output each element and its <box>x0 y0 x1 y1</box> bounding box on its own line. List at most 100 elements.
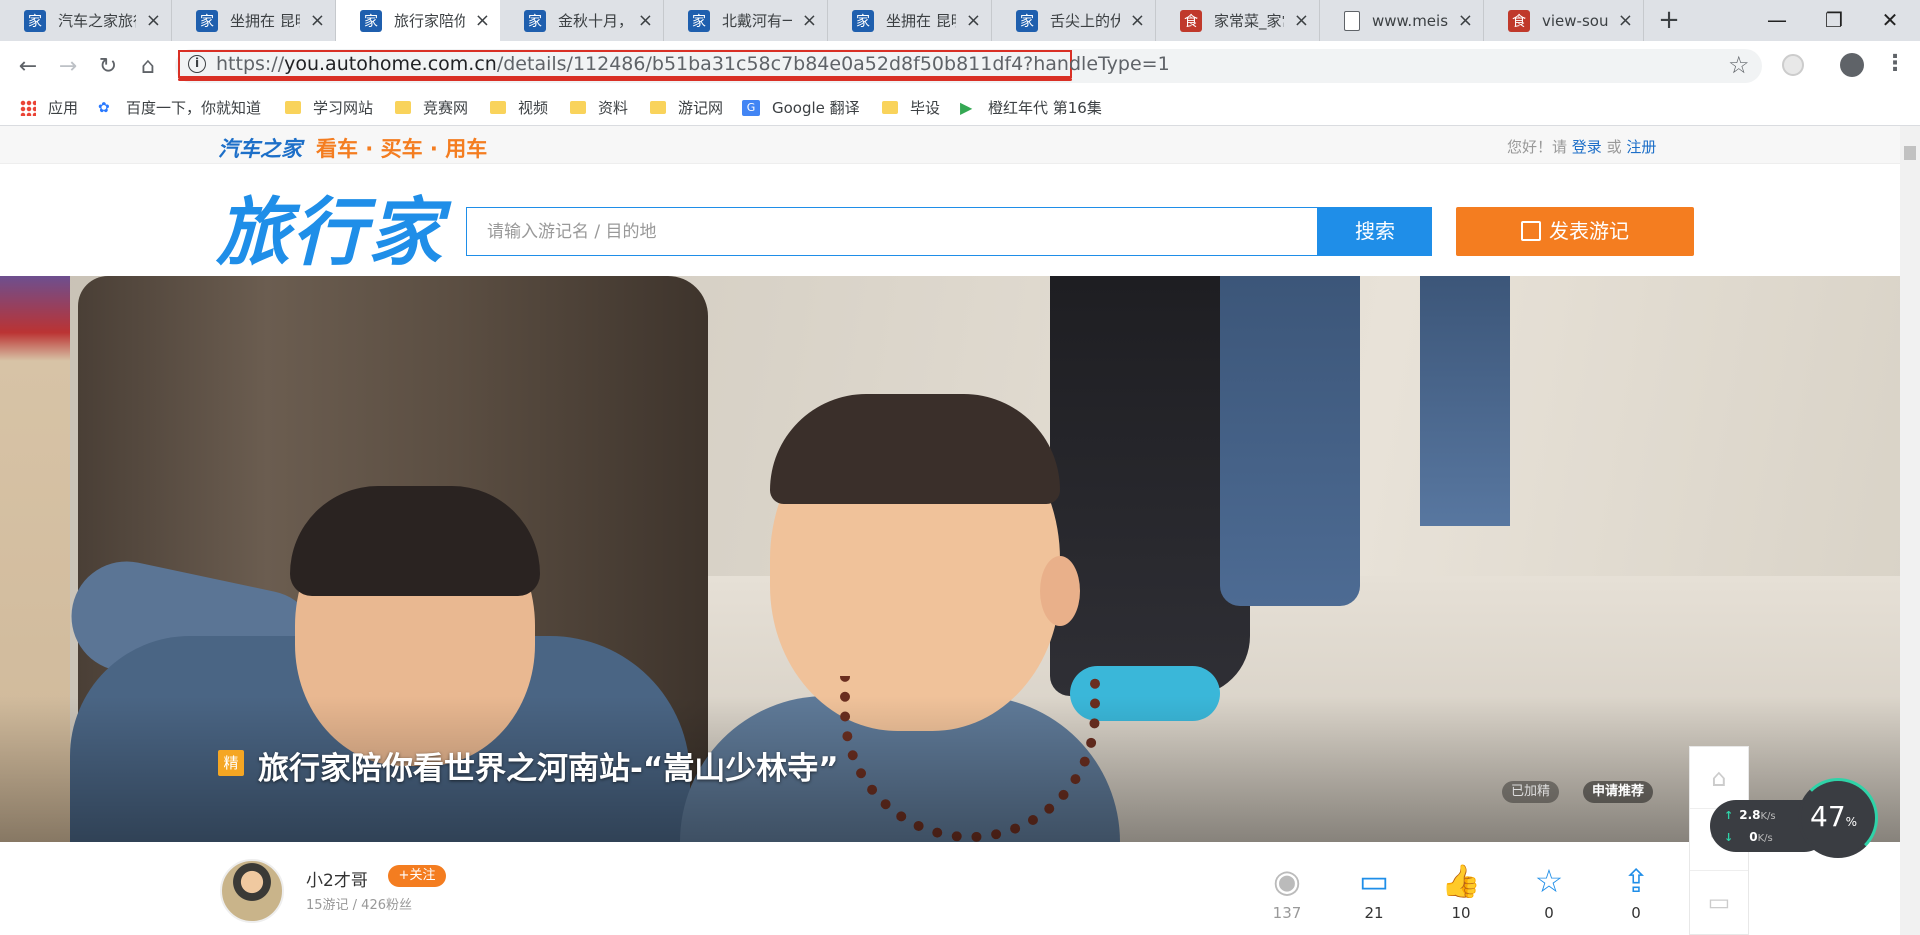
baidu-paw-icon: ✿ <box>98 99 110 116</box>
page-content: 汽车之家 看车 · 买车 · 用车 您好！请 登录 或 注册 旅行家 搜索 发表… <box>0 126 1900 935</box>
search-button[interactable]: 搜索 <box>1318 207 1432 256</box>
profile-avatar-icon[interactable] <box>1840 53 1864 77</box>
keyboard-icon[interactable]: ▭ <box>1690 871 1748 933</box>
bookmark-video[interactable]: ▶ 橙红年代 第16集 <box>960 97 1102 118</box>
close-icon[interactable]: × <box>310 11 325 29</box>
favorites-count: 0 <box>1544 904 1554 922</box>
browser-tab[interactable]: www.meishi × <box>1320 0 1484 41</box>
search-box <box>466 207 1318 256</box>
page-scrollbar[interactable] <box>1900 126 1920 935</box>
author-bar: 小2才哥 +关注 15游记 / 426粉丝 ◉ 137 ▭ 21 👍 10 ☆ … <box>0 842 1900 935</box>
featured-status-tag: 已加精 <box>1502 781 1560 803</box>
site-slogan: 看车 · 买车 · 用车 <box>316 137 488 161</box>
download-value: 0 <box>1749 830 1758 844</box>
bookmark-folder[interactable]: 游记网 <box>650 97 723 118</box>
like-button[interactable]: 👍 10 <box>1431 862 1491 922</box>
url-text[interactable]: https://you.autohome.com.cn/details/1124… <box>216 53 1170 75</box>
upload-arrow-icon: ↑ <box>1724 809 1734 822</box>
edit-icon <box>1521 221 1541 241</box>
upload-speed: ↑ 2.8K/s <box>1724 808 1776 822</box>
bookmark-label: 游记网 <box>678 99 724 117</box>
favorite-button[interactable]: ☆ 0 <box>1519 862 1579 922</box>
folder-icon <box>490 101 506 114</box>
tab-label: www.meishi <box>1372 11 1448 30</box>
meishi-favicon-icon: 食 <box>1180 9 1202 32</box>
eye-icon: ◉ <box>1273 862 1301 900</box>
usage-percent: 47% <box>1810 800 1857 833</box>
bookmark-folder[interactable]: 视频 <box>490 97 548 118</box>
browser-menu-icon[interactable]: ⋮ <box>1884 51 1906 76</box>
comments-count: 21 <box>1364 904 1384 922</box>
close-icon[interactable]: × <box>1130 11 1145 29</box>
home-button[interactable]: ⌂ <box>132 51 164 83</box>
search-input[interactable] <box>467 208 1317 255</box>
url-scheme: https:// <box>216 53 285 75</box>
minimize-button[interactable]: — <box>1757 6 1797 34</box>
autohome-favicon-icon: 家 <box>24 9 46 32</box>
bookmark-label: 竞赛网 <box>423 99 469 117</box>
browser-tab[interactable]: 家 舌尖上的伏天 × <box>992 0 1156 41</box>
bookmark-apps[interactable]: 应用 <box>20 97 78 118</box>
browser-tab-strip: 家 汽车之家旅行家 × 家 坐拥在 昆明滇池 × 家 旅行家陪你看世界 × 家 … <box>0 0 1920 41</box>
bookmark-folder[interactable]: 竞赛网 <box>395 97 468 118</box>
bookmark-folder[interactable]: 资料 <box>570 97 628 118</box>
comments-button[interactable]: ▭ 21 <box>1344 862 1404 922</box>
bookmarks-bar: 应用 ✿ 百度一下，你就知道 学习网站 竞赛网 视频 资料 游记网 G Google… <box>0 91 1920 126</box>
back-button[interactable]: ← <box>12 51 44 83</box>
browser-tab[interactable]: 家 汽车之家旅行家 × <box>0 0 172 41</box>
browser-tab[interactable]: 家 坐拥在 昆明滇池 × <box>172 0 336 41</box>
post-travelogue-button[interactable]: 发表游记 <box>1456 207 1694 256</box>
network-speed-widget[interactable]: ↑ 2.8K/s ↓ 0K/s 47% <box>1710 778 1878 858</box>
close-window-button[interactable]: ✕ <box>1870 6 1910 34</box>
author-name[interactable]: 小2才哥 <box>306 866 368 891</box>
autohome-favicon-icon: 家 <box>852 9 874 32</box>
views-count: 137 <box>1272 904 1302 922</box>
browser-tab[interactable]: 食 家常菜_家常菜 × <box>1156 0 1320 41</box>
share-button[interactable]: ⇪ 0 <box>1606 862 1666 922</box>
usage-value: 47 <box>1810 800 1846 833</box>
close-icon[interactable]: × <box>1294 11 1309 29</box>
bookmark-google-translate[interactable]: G Google 翻译 <box>742 97 860 118</box>
close-icon[interactable]: × <box>146 11 161 29</box>
browser-tab[interactable]: 家 坐拥在 昆明滇池 × <box>828 0 992 41</box>
browser-tab[interactable]: 食 view-source: × <box>1484 0 1644 41</box>
close-icon[interactable]: × <box>1458 11 1473 29</box>
site-top-bar: 汽车之家 看车 · 买车 · 用车 您好！请 登录 或 注册 <box>0 126 1900 164</box>
apply-recommend-button[interactable]: 申请推荐 <box>1583 781 1654 803</box>
or-text: 或 <box>1606 138 1622 156</box>
close-icon[interactable]: × <box>638 11 653 29</box>
close-icon[interactable]: × <box>1618 11 1633 29</box>
close-icon[interactable]: × <box>802 11 817 29</box>
extension-icon[interactable] <box>1782 54 1804 76</box>
close-icon[interactable]: × <box>475 11 490 29</box>
browser-tab-active[interactable]: 家 旅行家陪你看世界 × <box>336 0 500 41</box>
travel-site-logo[interactable]: 旅行家 <box>216 173 444 280</box>
play-icon: ▶ <box>960 97 973 117</box>
bookmark-label: 应用 <box>48 99 79 117</box>
login-link[interactable]: 登录 <box>1572 138 1602 156</box>
forward-button[interactable]: → <box>52 51 84 83</box>
bookmark-folder[interactable]: 学习网站 <box>285 97 373 118</box>
bookmark-star-icon[interactable]: ☆ <box>1728 51 1750 79</box>
folder-icon <box>285 101 301 114</box>
browser-tab[interactable]: 家 金秋十月，飞 × <box>500 0 664 41</box>
tab-label: 金秋十月，飞 <box>558 12 628 30</box>
photo-child-hair <box>770 394 1060 504</box>
site-info-icon[interactable]: i <box>188 55 206 73</box>
autohome-brand-logo[interactable]: 汽车之家 <box>218 133 302 163</box>
avatar[interactable] <box>220 859 284 923</box>
browser-tab[interactable]: 家 北戴河有一种 × <box>664 0 828 41</box>
bookmark-folder[interactable]: 毕设 <box>882 97 940 118</box>
tab-label: 坐拥在 昆明滇池 <box>230 12 300 30</box>
bookmark-label: 资料 <box>598 99 629 117</box>
close-icon[interactable]: × <box>966 11 981 29</box>
follow-button[interactable]: +关注 <box>388 865 446 887</box>
tab-label: 北戴河有一种 <box>722 12 792 30</box>
register-link[interactable]: 注册 <box>1626 138 1656 156</box>
scrollbar-thumb[interactable] <box>1904 146 1916 160</box>
maximize-button[interactable]: ❐ <box>1814 6 1854 34</box>
reload-button[interactable]: ↻ <box>92 51 124 83</box>
bookmark-baidu[interactable]: ✿ 百度一下，你就知道 <box>98 97 261 118</box>
new-tab-button[interactable]: + <box>1655 6 1683 34</box>
upload-unit: K/s <box>1760 811 1776 822</box>
